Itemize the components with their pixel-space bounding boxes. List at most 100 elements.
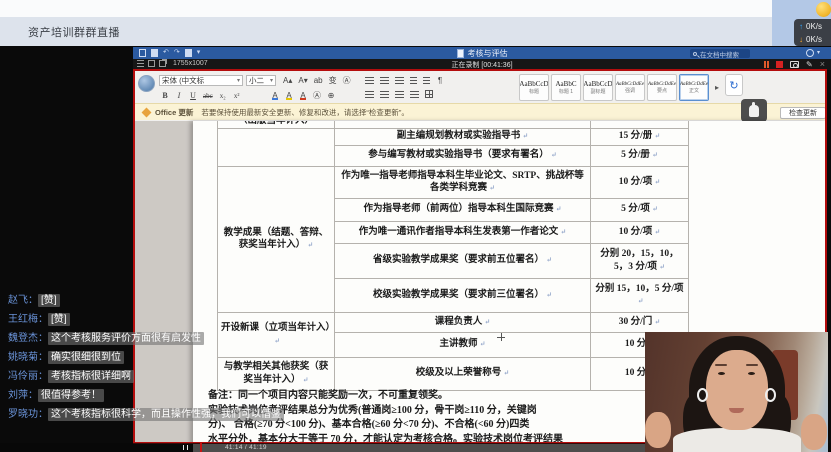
style-option[interactable]: AaBbCcDdEe要点	[647, 74, 677, 101]
font-tool-icon[interactable]: Ⓐ	[341, 75, 353, 86]
table-category-cell[interactable]	[218, 128, 335, 166]
font-tool-icon[interactable]: A▾	[296, 75, 309, 86]
number-list-icon[interactable]	[380, 77, 389, 84]
chat-message: 王红梅：[赞]	[8, 312, 428, 331]
chat-text: 很值得参考！	[38, 389, 104, 402]
font-name-select[interactable]: 宋体 (中文标▾	[159, 75, 243, 86]
format-icon[interactable]: x₂	[217, 90, 229, 101]
color-tool-icon[interactable]: A	[269, 90, 281, 101]
table-points-cell[interactable]: 5 分/项	[591, 198, 689, 221]
presenter-hand-right	[801, 414, 827, 450]
font-tool-icon[interactable]: A▴	[281, 75, 294, 86]
chat-message: 刘萍：很值得参考！	[8, 388, 428, 407]
close-recorder-icon[interactable]: ×	[820, 60, 825, 69]
chat-sender: 刘萍：	[8, 390, 38, 401]
font-size-select[interactable]: 小二▾	[246, 75, 276, 86]
annotate-pencil-icon[interactable]: ✎	[806, 60, 813, 69]
document-icon	[457, 49, 464, 58]
table-points-cell[interactable]: 30 分/门	[591, 312, 689, 332]
presenter-face	[706, 350, 768, 430]
chat-message: 姚晓菊：确实很细很到位	[8, 350, 428, 369]
banner-message: 若要保持使用最新安全更新、修复和改进，请选择“检查更新”。	[201, 107, 409, 118]
table-points-cell[interactable]: 10 分/项	[591, 221, 689, 243]
ribbon-list-group: ¶	[363, 75, 446, 86]
color-tool-icon[interactable]: A	[283, 90, 295, 101]
account-caret-icon[interactable]: ▾	[817, 49, 820, 57]
chat-sender: 冯伶丽：	[8, 371, 48, 382]
remote-hand-cursor	[741, 99, 767, 122]
search-icon	[693, 52, 697, 56]
webcam-video	[645, 332, 828, 452]
gallery-more-icon[interactable]: ▸	[715, 83, 719, 92]
color-tool-icon[interactable]: A	[297, 90, 309, 101]
format-icon[interactable]: x²	[231, 90, 243, 101]
app-title: 资产培训群群直播	[28, 24, 120, 40]
account-icon[interactable]	[806, 49, 814, 57]
indent-decrease-icon[interactable]	[410, 77, 417, 84]
chat-text: 这个考核服务评价方面很有启发性	[48, 332, 204, 345]
table-borders-icon[interactable]	[425, 90, 433, 98]
download-speed: ↓0K/s	[799, 33, 831, 46]
chat-text: [赞]	[38, 294, 60, 307]
app-logo-icon[interactable]	[138, 75, 155, 92]
chat-message: 冯伶丽：考核指标很详细啊	[8, 369, 428, 388]
pause-recording-icon[interactable]	[764, 61, 769, 68]
chat-message: 罗晓功：这个考核指标很科学，而且操作性强，我们可以借鉴	[8, 407, 428, 426]
screenshot-camera-icon[interactable]	[790, 61, 799, 68]
stop-recording-icon[interactable]	[776, 61, 783, 68]
multilevel-list-icon[interactable]	[395, 77, 404, 84]
font-tool-icon[interactable]: 变	[327, 75, 339, 86]
color-tool-icon[interactable]: Ⓐ	[311, 90, 323, 101]
update-sync-icon[interactable]: ↻	[725, 74, 743, 96]
table-points-cell[interactable]: 5 分/册	[591, 145, 689, 166]
align-center-icon[interactable]	[380, 91, 389, 98]
table-points-cell[interactable]: 分别 20，15，10，5，3 分/项	[591, 243, 689, 278]
document-title: 考核与评估	[468, 48, 508, 59]
chat-text: 确实很细很到位	[48, 351, 124, 364]
chat-sender: 罗晓功：	[8, 409, 48, 420]
align-right-icon[interactable]	[395, 91, 404, 98]
font-tool-icon[interactable]: ab	[312, 75, 325, 86]
indent-increase-icon[interactable]	[423, 77, 430, 84]
table-item-cell[interactable]: 作为唯一指导老师指导本科生毕业论文、SRTP、挑战杯等各类学科竞赛	[335, 166, 591, 198]
ribbon-color-group: AAAⒶ⊕	[269, 90, 337, 101]
color-tool-icon[interactable]: ⊕	[325, 90, 337, 101]
align-left-icon[interactable]	[365, 91, 374, 98]
player-playhead[interactable]	[200, 443, 202, 452]
table-item-cell[interactable]: 作为唯一通讯作者指导本科生发表第一作者论文	[335, 221, 591, 243]
table-clipped-category: （出版当年计入）	[218, 121, 335, 128]
format-icon[interactable]: B	[159, 90, 171, 101]
table-points-cell[interactable]: 分别 15，10，5 分/项	[591, 278, 689, 312]
format-icon[interactable]: abc	[201, 90, 215, 101]
table-category-cell[interactable]: 教学成果（结题、答辩、获奖当年计入）	[218, 166, 335, 312]
document-search-input[interactable]: 在文档中搜索	[690, 49, 750, 58]
chat-message: 魏登杰：这个考核服务评价方面很有启发性	[8, 331, 428, 350]
chat-message: 赵飞：[赞]	[8, 293, 428, 312]
styles-gallery: AaBbCcD标题AaBbC标题 1AaBbCcD副标题AaBbCcDdEe强调…	[519, 74, 709, 101]
align-justify-icon[interactable]	[410, 91, 419, 98]
office-update-banner: Office 更新 若要保持使用最新安全更新、修复和改进，请选择“检查更新”。 …	[135, 103, 827, 120]
table-item-cell[interactable]: 作为指导老师（前两位）指导本科生国际竞赛	[335, 198, 591, 221]
earring-left	[697, 388, 708, 402]
bullet-list-icon[interactable]	[365, 77, 374, 84]
style-option[interactable]: AaBbCcD副标题	[583, 74, 613, 101]
upload-speed: ↑0K/s	[799, 20, 831, 33]
format-icon[interactable]: U	[187, 90, 199, 101]
player-pause-icon[interactable]	[183, 445, 188, 450]
table-item-cell[interactable]: 省级实验教学成果奖（要求前五位署名）	[335, 243, 591, 278]
presenter-shirt	[673, 428, 801, 452]
table-item-cell[interactable]: 参与编写教材或实验指导书（要求有署名）	[335, 145, 591, 166]
pilcrow-icon[interactable]: ¶	[434, 75, 446, 86]
style-option[interactable]: AaBbCcDdEe强调	[615, 74, 645, 101]
player-time: 41:14 / 41:19	[225, 444, 267, 451]
table-item-cell[interactable]: 副主编规划教材或实验指导书	[335, 128, 591, 145]
format-icon[interactable]: I	[173, 90, 185, 101]
style-option[interactable]: AaBbCcDdEe正文	[679, 74, 709, 101]
style-option[interactable]: AaBbCcD标题	[519, 74, 549, 101]
table-points-cell[interactable]: 10 分/项	[591, 166, 689, 198]
os-top-strip	[0, 0, 772, 17]
network-speed-overlay: ↑0K/s ↓0K/s	[794, 19, 831, 46]
style-option[interactable]: AaBbC标题 1	[551, 74, 581, 101]
check-update-button[interactable]: 检查更新	[780, 107, 826, 119]
table-points-cell[interactable]: 15 分/册	[591, 128, 689, 145]
